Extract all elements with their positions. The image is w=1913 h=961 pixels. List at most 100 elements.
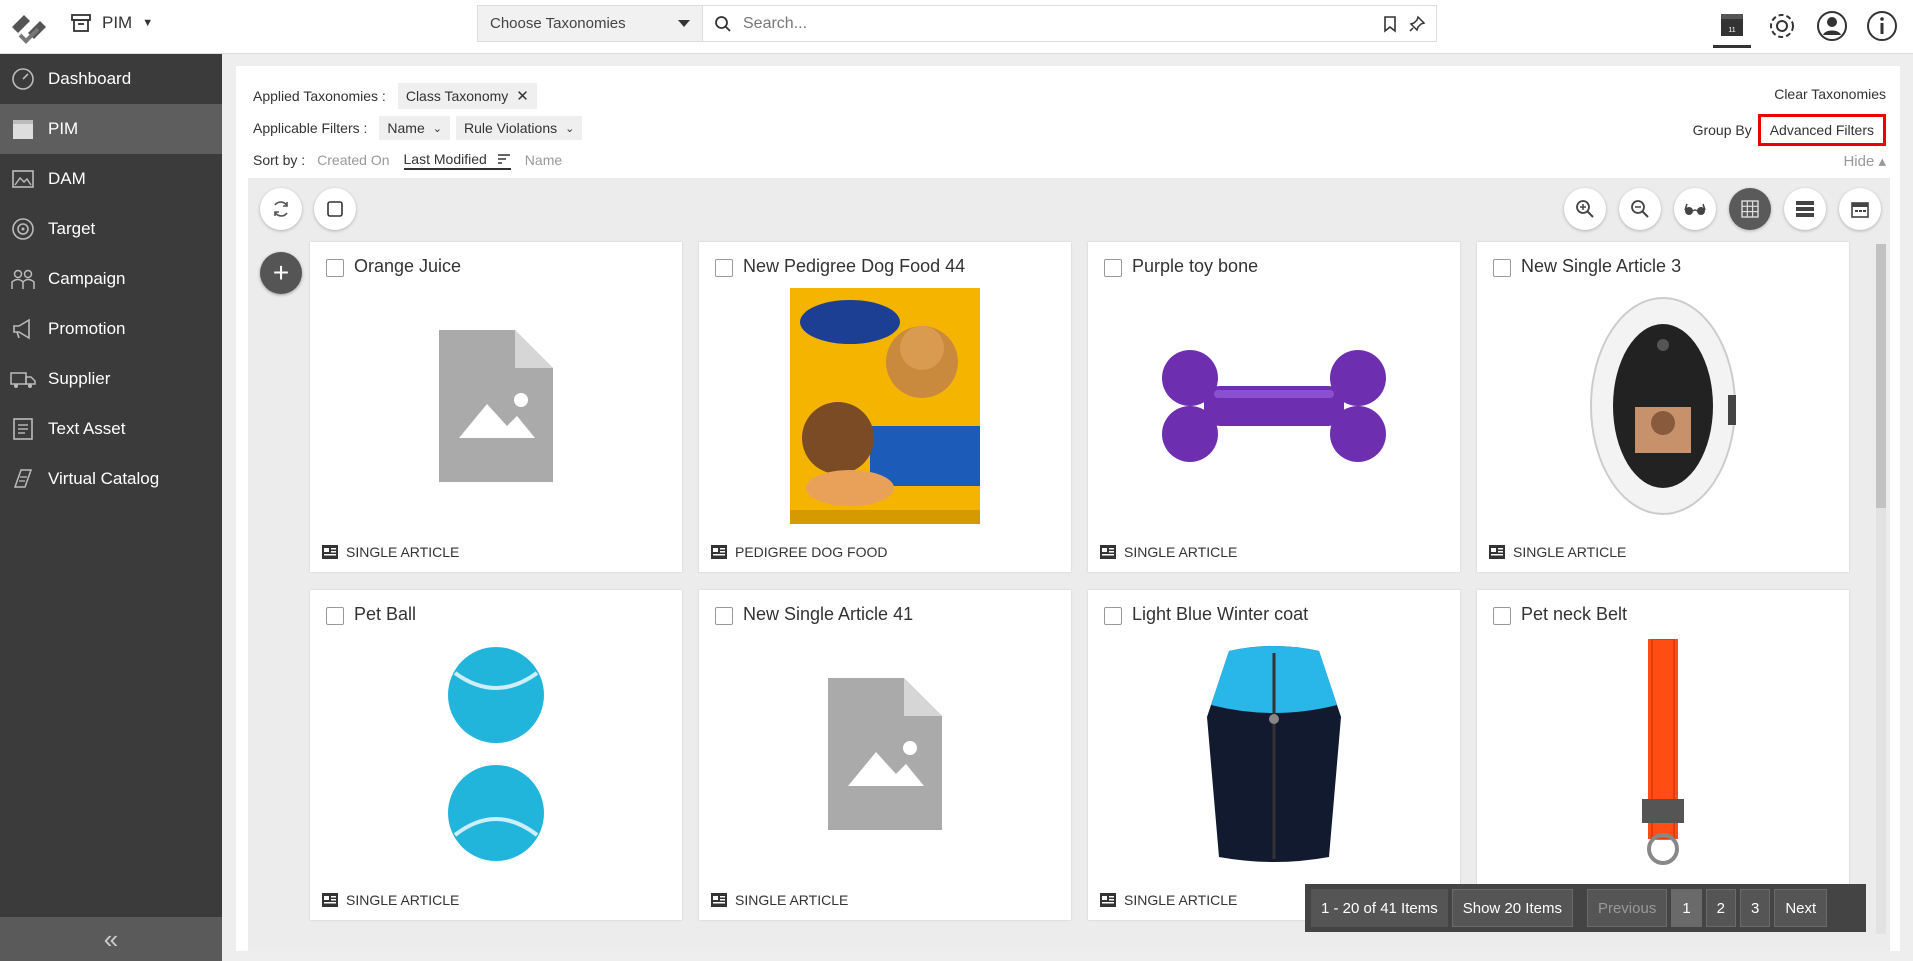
product-card-pet-neck-belt[interactable]: Pet neck Belt SINGLE ARTICLE <box>1477 590 1849 920</box>
grid-scrollbar[interactable] <box>1876 244 1886 934</box>
page-3-button[interactable]: 3 <box>1740 889 1771 927</box>
add-item-button[interactable]: + <box>260 252 302 294</box>
clear-taxonomies-link[interactable]: Clear Taxonomies <box>1693 86 1886 102</box>
pagination-bar: 1 - 20 of 41 Items Show 20 Items Previou… <box>1305 884 1866 932</box>
top-bar: PIM ▼ Choose Taxonomies 11 <box>0 0 1913 54</box>
card-checkbox[interactable] <box>1493 607 1511 625</box>
app-switcher[interactable]: PIM ▼ <box>70 12 153 34</box>
pagination-info: 1 - 20 of 41 Items <box>1311 889 1448 927</box>
card-type-label: SINGLE ARTICLE <box>1124 892 1238 908</box>
card-type: SINGLE ARTICLE <box>1100 544 1237 560</box>
settings-button[interactable] <box>1763 4 1801 48</box>
card-type-label: SINGLE ARTICLE <box>346 892 460 908</box>
product-card-pedigree-dog-food[interactable]: New Pedigree Dog Food 44 PEDIGREE DOG FO… <box>699 242 1071 572</box>
card-type-label: SINGLE ARTICLE <box>346 544 460 560</box>
card-checkbox[interactable] <box>715 607 733 625</box>
previous-page-button[interactable]: Previous <box>1586 889 1668 927</box>
card-checkbox[interactable] <box>326 607 344 625</box>
bookmark-icon[interactable] <box>1382 15 1398 33</box>
calendar-view-button[interactable] <box>1839 188 1881 230</box>
article-type-icon <box>1100 545 1116 559</box>
card-checkbox[interactable] <box>1104 259 1122 277</box>
people-icon <box>10 266 36 292</box>
neck-belt-image <box>1497 634 1829 874</box>
article-type-icon <box>322 545 338 559</box>
chevron-down-icon: ⌄ <box>565 122 575 135</box>
card-checkbox[interactable] <box>1493 259 1511 277</box>
article-type-icon <box>322 893 338 907</box>
zoom-out-icon <box>1631 200 1649 218</box>
zoom-in-button[interactable] <box>1564 188 1606 230</box>
user-profile-button[interactable] <box>1813 4 1851 48</box>
scrollbar-thumb[interactable] <box>1876 244 1886 508</box>
sidebar-item-promotion[interactable]: Promotion <box>0 304 222 354</box>
info-button[interactable] <box>1863 4 1901 48</box>
filter-actions: Clear Taxonomies Group By Advanced Filte… <box>1693 86 1886 170</box>
sort-name[interactable]: Name <box>525 152 562 168</box>
sidebar-item-text-asset[interactable]: Text Asset <box>0 404 222 454</box>
refresh-button[interactable] <box>260 188 302 230</box>
product-card-orange-juice[interactable]: Orange Juice SINGLE ARTICLE <box>310 242 682 572</box>
card-title: New Pedigree Dog Food 44 <box>743 256 966 276</box>
page-1-button[interactable]: 1 <box>1671 889 1702 927</box>
applicable-filters-label: Applicable Filters : <box>253 120 368 136</box>
zoom-out-button[interactable] <box>1619 188 1661 230</box>
card-title: Orange Juice <box>354 256 462 276</box>
sidebar-item-dam[interactable]: DAM <box>0 154 222 204</box>
sort-created-on[interactable]: Created On <box>317 152 389 168</box>
card-checkbox[interactable] <box>715 259 733 277</box>
caret-down-icon: ▼ <box>142 17 154 29</box>
filter-rule-violations-dropdown[interactable]: Rule Violations ⌄ <box>455 116 583 140</box>
card-title: Pet Ball <box>354 604 417 624</box>
applied-taxonomies-label: Applied Taxonomies : <box>253 88 386 104</box>
filter-name-dropdown[interactable]: Name ⌄ <box>379 116 450 140</box>
chip-label: Class Taxonomy <box>405 88 509 104</box>
group-by-label: Group By <box>1692 122 1752 138</box>
sidebar-item-target[interactable]: Target <box>0 204 222 254</box>
product-card-new-single-article-41[interactable]: New Single Article 41 SINGLE ARTICLE <box>699 590 1071 920</box>
show-items-button[interactable]: Show 20 Items <box>1451 889 1573 927</box>
sidebar-item-label: Virtual Catalog <box>48 469 160 488</box>
list-view-button[interactable] <box>1784 188 1826 230</box>
search-input[interactable] <box>743 14 1382 33</box>
pim-box-icon <box>10 116 36 142</box>
image-icon <box>10 166 36 192</box>
card-checkbox[interactable] <box>1104 607 1122 625</box>
sidebar-item-label: Dashboard <box>48 69 132 88</box>
sidebar-item-label: PIM <box>48 119 79 138</box>
sidebar-item-supplier[interactable]: Supplier <box>0 354 222 404</box>
sort-last-modified[interactable]: Last Modified <box>403 151 511 170</box>
sidebar-item-pim[interactable]: PIM <box>0 104 222 154</box>
hide-filters-link[interactable]: Hide ▴ <box>1693 152 1886 170</box>
card-checkbox[interactable] <box>326 259 344 277</box>
product-card-new-single-article-3[interactable]: New Single Article 3 SINGLE ARTICLE <box>1477 242 1849 572</box>
list-icon <box>1796 201 1814 217</box>
product-card-purple-toy-bone[interactable]: Purple toy bone SINGLE ARTICLE <box>1088 242 1460 572</box>
preview-button[interactable] <box>1674 188 1716 230</box>
catalog-calendar-button[interactable]: 11 <box>1713 4 1751 48</box>
product-card-pet-ball[interactable]: Pet Ball SINGLE ARTICLE <box>310 590 682 920</box>
sidebar-item-label: Text Asset <box>48 419 126 438</box>
applied-taxonomy-chip[interactable]: Class Taxonomy ✕ <box>397 83 537 109</box>
article-type-icon <box>1100 893 1116 907</box>
taxonomy-select[interactable]: Choose Taxonomies <box>478 6 703 41</box>
refresh-icon <box>274 201 288 217</box>
sidebar-item-campaign[interactable]: Campaign <box>0 254 222 304</box>
advanced-filters-button[interactable]: Advanced Filters <box>1757 114 1886 146</box>
sidebar-item-dashboard[interactable]: Dashboard <box>0 54 222 104</box>
pin-icon[interactable] <box>1408 15 1426 33</box>
sidebar-collapse-button[interactable]: « <box>0 917 222 961</box>
sort-by-label: Sort by : <box>253 152 306 168</box>
sidebar-item-virtual-catalog[interactable]: Virtual Catalog <box>0 454 222 504</box>
article-type-icon <box>711 545 727 559</box>
select-all-button[interactable] <box>314 188 356 230</box>
next-page-button[interactable]: Next <box>1774 889 1828 927</box>
double-chevron-left-icon: « <box>103 923 119 954</box>
close-icon[interactable]: ✕ <box>516 87 529 105</box>
product-card-light-blue-winter-coat[interactable]: Light Blue Winter coat SINGLE ARTICLE <box>1088 590 1460 920</box>
app-logo-icon[interactable] <box>6 4 52 50</box>
page-2-button[interactable]: 2 <box>1705 889 1736 927</box>
grid-view-button[interactable] <box>1729 188 1771 230</box>
placeholder-image-icon <box>330 286 662 526</box>
winter-coat-image <box>1108 634 1440 874</box>
